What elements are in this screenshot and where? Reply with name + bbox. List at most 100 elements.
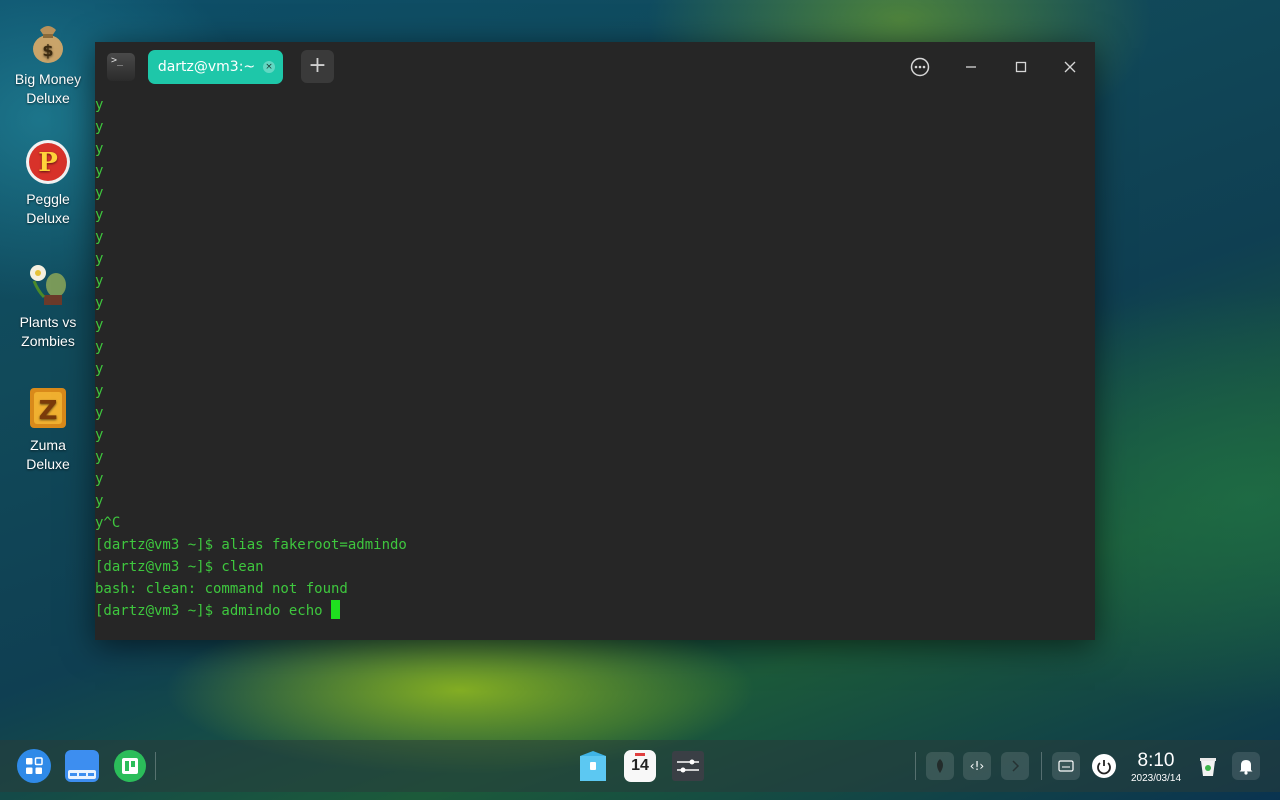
calendar-day: 14 [631,757,649,774]
terminal-line: y [95,468,1095,490]
control-center-button[interactable] [670,748,706,784]
terminal-line-text: [dartz@vm3 ~]$ admindo echo [95,603,332,619]
keyboard-layout-button[interactable] [1052,752,1080,780]
minimize-icon [966,66,976,68]
peggle-icon: P [24,138,72,186]
terminal-line-text: y [95,361,104,377]
deepin-terminal-taskbar-button[interactable] [575,748,611,784]
terminal-line: bash: clean: command not found [95,578,1095,600]
calendar-button[interactable]: 14 [622,748,658,784]
code-icon: ‹!› [969,759,985,773]
terminal-line: y [95,160,1095,182]
terminal-line: y [95,292,1095,314]
trash-button[interactable] [1194,752,1222,780]
desktop-icon-label-line1: Peggle [26,191,70,207]
tray-arrow-button[interactable] [1001,752,1029,780]
close-button[interactable] [1055,52,1085,82]
terminal-line-text: y [95,97,104,113]
tab-close-icon[interactable]: × [263,61,275,73]
terminal-line: y [95,380,1095,402]
desktop-icon-label-line1: Big Money [14,71,82,87]
launcher-icon [17,749,51,783]
terminal-line: y [95,314,1095,336]
money-bag-icon: $ [24,18,72,66]
terminal-line-text: bash: clean: command not found [95,581,348,597]
terminal-line: y [95,182,1095,204]
terminal-line-text: y [95,229,104,245]
menu-button[interactable] [905,52,935,82]
terminal-line: y [95,490,1095,512]
taskbar-separator [915,752,916,780]
taskbar: 14 ‹!› [0,740,1280,792]
terminal-line: y [95,270,1095,292]
terminal-line-text: y [95,185,104,201]
power-icon [1092,754,1116,778]
terminal-line-text: y [95,317,104,333]
terminal-line-text: y [95,163,104,179]
desktop-icon-big-money[interactable]: $ Big Money Deluxe [0,18,96,108]
terminal-cursor [331,600,341,619]
terminal-line: y^C [95,512,1095,534]
tray-grand-search-button[interactable] [926,752,954,780]
file-manager-button[interactable] [64,748,100,784]
terminal-line-text: y [95,471,104,487]
clock-date[interactable]: 2023/03/14 [1124,773,1188,784]
svg-text:$: $ [42,41,53,60]
plants-vs-zombies-icon [24,261,72,309]
terminal-window[interactable]: >_ dartz@vm3:~ × + y y y y y y y y y y y… [95,42,1095,640]
tray-code-button[interactable]: ‹!› [963,752,991,780]
tab-title: dartz@vm3:~ [157,59,256,75]
terminal-line: y [95,402,1095,424]
app-store-icon [114,750,146,782]
terminal-line-text: y [95,405,104,421]
terminal-line-text: y [95,339,104,355]
terminal-line: y [95,358,1095,380]
tab-terminal-session[interactable]: dartz@vm3:~ × [148,50,283,84]
clock-time[interactable]: 8:10 [1128,750,1184,772]
desktop-icon-plants-vs-zombies[interactable]: Plants vs Zombies [0,261,96,351]
terminal-line: y [95,204,1095,226]
terminal-line: [dartz@vm3 ~]$ admindo echo [95,600,1095,622]
terminal-line: y [95,446,1095,468]
power-button[interactable] [1090,752,1118,780]
maximize-icon [1015,61,1027,73]
terminal-line-text: y [95,141,104,157]
desktop-icon-label-line1: Zuma [30,437,66,453]
terminal-line: y [95,116,1095,138]
desktop-icon-peggle[interactable]: P Peggle Deluxe [0,138,96,228]
keyboard-icon [1058,760,1074,772]
desktop-icon-label-line2: Deluxe [26,456,70,472]
app-store-button[interactable] [112,748,148,784]
desktop-icon-label-line1: Plants vs [19,314,77,330]
launcher-button[interactable] [16,748,52,784]
desktop-icon-label-line2: Deluxe [26,210,70,226]
terminal-line-text: [dartz@vm3 ~]$ alias fakeroot=admindo [95,537,407,553]
minimize-button[interactable] [956,52,986,82]
terminal-line-text: y [95,295,104,311]
terminal-line-text: y [95,251,104,267]
terminal-line-text: [dartz@vm3 ~]$ clean [95,559,264,575]
leaf-icon [937,759,943,773]
settings-sliders-icon [672,751,704,781]
close-icon [1064,61,1076,73]
terminal-line: y [95,138,1095,160]
terminal-line-text: y [95,427,104,443]
add-tab-button[interactable]: + [301,50,334,83]
bell-icon [1239,760,1253,775]
terminal-line-text: y [95,449,104,465]
terminal-titlebar[interactable]: >_ dartz@vm3:~ × + [95,42,1095,92]
terminal-line-text: y [95,273,104,289]
desktop-icon-zuma[interactable]: Z Zuma Deluxe [0,384,96,474]
terminal-output[interactable]: y y y y y y y y y y y y y y y y y y y y^C [dartz@vm3 ~]$ ali… [95,94,1095,634]
terminal-line: y [95,94,1095,116]
terminal-line: y [95,248,1095,270]
zuma-icon: Z [24,384,72,432]
terminal-line-text: y [95,119,104,135]
terminal-app-icon[interactable]: >_ [107,53,135,81]
terminal-line: y [95,336,1095,358]
svg-text:P: P [38,148,58,178]
maximize-button[interactable] [1006,52,1036,82]
terminal-line-text: y [95,207,104,223]
notification-button[interactable] [1232,752,1260,780]
file-manager-icon [65,750,99,782]
